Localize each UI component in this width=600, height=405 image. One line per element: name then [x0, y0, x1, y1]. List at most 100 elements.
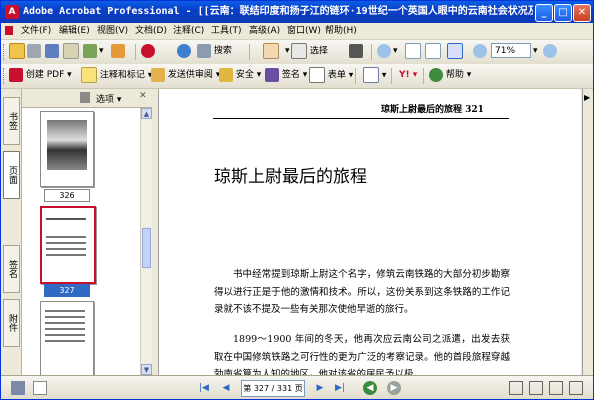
maximize-button[interactable]: □ [554, 4, 572, 22]
minimize-button[interactable]: _ [535, 4, 553, 22]
menu-edit[interactable]: 编辑(E) [59, 25, 90, 37]
fit-width-button[interactable] [447, 43, 463, 60]
scroll-up-icon[interactable]: ▲ [141, 108, 152, 119]
comment-markup-button[interactable]: 注释和标记 ▾ [81, 67, 152, 84]
tab-bookmarks[interactable]: 书签 [3, 97, 20, 145]
menu-advanced[interactable]: 高级(A) [249, 25, 280, 37]
lock-icon [219, 67, 233, 82]
continuous-layout-icon[interactable] [529, 381, 543, 395]
page-thumbnail-selected[interactable] [40, 206, 96, 284]
open-button[interactable] [9, 43, 25, 60]
menu-view[interactable]: 视图(V) [97, 25, 128, 37]
zoom-out-button[interactable] [473, 43, 487, 60]
pages-scrollbar[interactable]: ▲ ▼ [140, 108, 152, 375]
page-thumbnail[interactable] [40, 301, 94, 377]
zoom-dropdown[interactable]: ▾ [393, 43, 398, 60]
yahoo-button[interactable]: Y! ▾ [399, 67, 417, 84]
menu-window[interactable]: 窗口(W) [287, 25, 321, 37]
scroll-thumb[interactable] [142, 228, 151, 268]
previous-page-button[interactable]: ◀ [219, 381, 233, 395]
pane-splitter[interactable] [152, 89, 159, 375]
options-menu[interactable]: 选项 ▾ [96, 92, 121, 105]
first-page-button[interactable]: |◀ [197, 381, 211, 395]
create-pdf-button[interactable]: 创建 PDF ▾ [9, 67, 72, 84]
snapshot-button[interactable] [141, 43, 155, 60]
menu-document[interactable]: 文档(D) [135, 25, 167, 37]
acrobat-icon[interactable]: A [5, 5, 19, 19]
globe-button[interactable] [177, 43, 191, 60]
hand-tool-dropdown[interactable]: ▾ [285, 43, 290, 60]
zoom-input[interactable]: 71% [491, 43, 531, 58]
save-button[interactable] [45, 43, 59, 60]
camera-icon [141, 43, 155, 58]
close-pane-icon[interactable]: ✕ [139, 91, 147, 101]
forms-button[interactable]: 表单 ▾ [309, 67, 353, 84]
organizer-button[interactable] [83, 43, 97, 60]
tab-pages[interactable]: 页面 [3, 151, 20, 199]
next-page-button[interactable]: ▶ [313, 381, 327, 395]
options-label: 选项 [96, 95, 115, 105]
page-number-field[interactable]: 第 327 / 331 页 [241, 380, 305, 397]
print-button[interactable] [27, 43, 41, 60]
right-collapse-strip[interactable]: ▶ [582, 89, 593, 375]
secure-button[interactable]: 安全 ▾ [219, 67, 261, 84]
actual-size-button[interactable] [405, 43, 421, 60]
header-rule [213, 118, 509, 119]
expand-right-icon[interactable]: ▶ [584, 93, 590, 102]
menu-file[interactable]: 文件(F) [21, 25, 51, 37]
fit-page-button[interactable] [425, 43, 441, 60]
organizer-dropdown[interactable]: ▾ [99, 43, 104, 60]
toolbar-grip[interactable] [3, 68, 7, 84]
thumb-text-line [45, 328, 85, 330]
menu-help[interactable]: 帮助(H) [325, 25, 357, 37]
chapter-title: 琼斯上尉最后的旅程 [214, 167, 367, 187]
search-button[interactable]: 搜索 [197, 43, 232, 60]
magnifier-icon [377, 43, 391, 58]
last-page-button[interactable]: ▶| [333, 381, 347, 395]
snapshot-tool-button[interactable] [349, 43, 363, 60]
zoom-plus-icon [543, 43, 557, 58]
tab-signatures[interactable]: 签名 [3, 245, 20, 293]
go-forward-icon[interactable]: ▶ [387, 381, 401, 395]
thumb-text-line [45, 340, 85, 342]
thumb-text-line [46, 218, 86, 220]
select-label: 选择 [309, 46, 328, 57]
zoom-plus-button[interactable] [543, 43, 557, 60]
page-tools-button[interactable]: ▾ [363, 67, 386, 84]
toolbar-grip[interactable] [3, 44, 7, 60]
title-bar[interactable]: A Adobe Acrobat Professional - [[云南：联结印度… [1, 1, 593, 23]
document-menu-icon[interactable] [5, 26, 13, 35]
page-thumbnail[interactable] [40, 111, 94, 187]
menu-tools[interactable]: 工具(T) [211, 25, 242, 37]
hand-tool-button[interactable] [263, 43, 279, 60]
single-page-icon[interactable] [11, 381, 25, 395]
hand-tool-icon [263, 43, 279, 59]
edit-button[interactable] [111, 43, 125, 60]
pencil-icon [111, 43, 125, 58]
continuous-facing-icon[interactable] [569, 381, 583, 395]
forms-label: 表单 [327, 70, 346, 81]
tab-attachments[interactable]: 附件 [3, 299, 20, 347]
menu-comments[interactable]: 注释(C) [173, 25, 204, 37]
go-back-icon[interactable]: ◀ [363, 381, 377, 395]
scroll-down-icon[interactable]: ▼ [141, 364, 152, 375]
email-button[interactable] [63, 43, 79, 60]
help-icon [429, 67, 443, 82]
thumb-text-line [45, 334, 85, 336]
select-tool-button[interactable]: 选择 [291, 43, 328, 60]
thumb-text-line [45, 310, 85, 312]
facing-layout-icon[interactable] [549, 381, 563, 395]
pen-icon [265, 67, 279, 82]
send-review-button[interactable]: 发送供审阅 ▾ [151, 67, 220, 84]
single-page-layout-icon[interactable] [509, 381, 523, 395]
body-paragraph: 书中经常提到琼斯上尉这个名字，修筑云南铁路的大部分初步勘察得以进行正是于他的激情… [214, 269, 510, 315]
zoom-in-button[interactable] [377, 43, 391, 60]
zoom-value-dropdown[interactable]: ▾ [533, 43, 538, 60]
sign-button[interactable]: 签名 ▾ [265, 67, 307, 84]
trash-icon[interactable] [80, 92, 90, 103]
close-button[interactable]: ✕ [573, 4, 591, 22]
help-button[interactable]: 帮助 ▾ [429, 67, 471, 84]
pages-pane-header: 选项 ▾ ✕ [22, 89, 152, 108]
page-layout-icon[interactable] [33, 381, 47, 395]
fit-width-icon [447, 43, 463, 59]
